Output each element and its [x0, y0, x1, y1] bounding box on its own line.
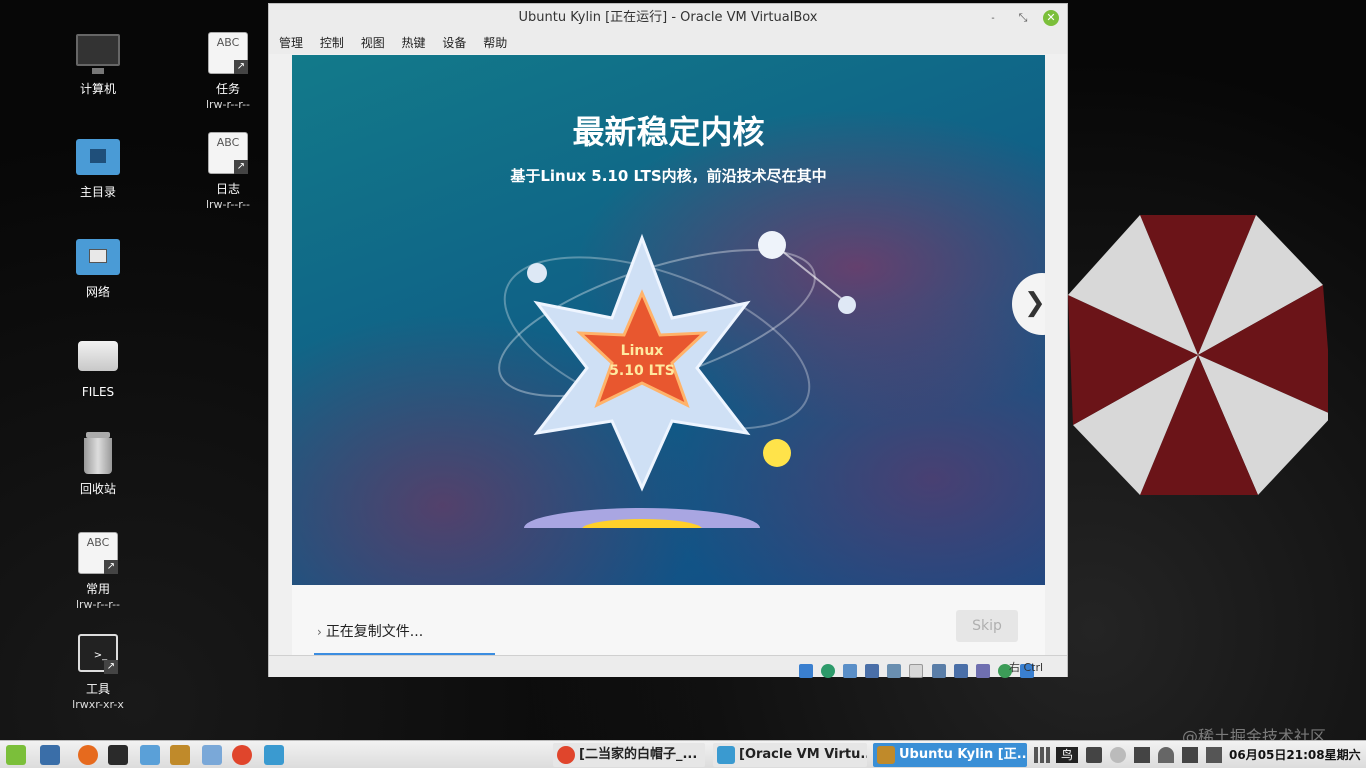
files-icon[interactable] — [140, 745, 160, 765]
desktop-icon-permissions: lrw-r--r-- — [205, 198, 251, 211]
menu-hotkey[interactable]: 热键 — [402, 32, 426, 54]
desktop-icon-computer[interactable]: 计算机 — [53, 30, 143, 97]
app-launcher-icon[interactable] — [202, 745, 222, 765]
vm-display[interactable]: 最新稳定内核 基于Linux 5.10 LTS内核，前沿技术尽在其中 Linux… — [292, 55, 1045, 655]
desktop-icon-trash[interactable]: 回收站 — [53, 430, 143, 497]
desktop-icon-task[interactable]: ABC ↗ 任务 lrw-r--r-- — [183, 30, 273, 112]
virtualbox-icon — [877, 746, 895, 764]
vbox-statusbar: 右 Ctrl — [269, 655, 1067, 678]
desktop-icon-permissions: lrw-r--r-- — [205, 98, 251, 111]
network-adapter-icon[interactable] — [865, 663, 880, 678]
menu-control[interactable]: 控制 — [320, 32, 344, 54]
network-folder-icon — [74, 233, 122, 281]
firefox-icon[interactable] — [78, 745, 98, 765]
taskbar-window-ubuntu-kylin[interactable]: Ubuntu Kylin [正... — [873, 743, 1027, 767]
desktop-icon-label: 回收站 — [79, 482, 116, 496]
keyboard-icon[interactable] — [1086, 747, 1102, 763]
chrome-icon — [557, 746, 575, 764]
taskbar-window-chrome[interactable]: [二当家的白帽子_... — [553, 743, 705, 767]
install-progress-area: › 正在复制文件... Skip — [292, 585, 1045, 655]
virtualbox-launcher-icon[interactable] — [170, 745, 190, 765]
desktop-icon-label: FILES — [81, 385, 115, 399]
mint-menu-icon[interactable] — [6, 745, 26, 765]
virtualbox-icon — [717, 746, 735, 764]
badge-line2: 5.10 LTS — [609, 363, 675, 379]
menu-devices[interactable]: 设备 — [442, 32, 466, 54]
bluetooth-icon[interactable] — [1110, 747, 1126, 763]
document-link-icon: ABC ↗ — [204, 130, 252, 178]
chevron-right-icon: › — [317, 625, 322, 639]
install-status-text: 正在复制文件... — [325, 624, 424, 640]
harddisk-icon[interactable] — [799, 663, 813, 678]
desktop-icon-permissions: lrw-r--r-- — [75, 598, 121, 611]
display-tray-icon[interactable] — [1134, 747, 1150, 763]
desktop-icon-permissions: lrwxr-xr-x — [72, 698, 124, 711]
document-link-icon: ABC ↗ — [204, 30, 252, 78]
badge-line1: Linux — [621, 343, 664, 359]
umbrella-wallpaper-graphic — [1068, 215, 1328, 495]
desktop-icon-label: 常用 — [85, 582, 110, 596]
menu-manage[interactable]: 管理 — [279, 32, 303, 54]
optical-drive-icon[interactable] — [821, 663, 836, 678]
desktop-icon-common[interactable]: ABC ↗ 常用 lrw-r--r-- — [53, 530, 143, 612]
next-slide-button[interactable]: ❯ — [1012, 273, 1045, 335]
desktop-icon-tools[interactable]: >_ ↗ 工具 lrwxr-xr-x — [53, 630, 143, 712]
usb-icon[interactable] — [887, 663, 902, 678]
desktop-icon-label: 工具 — [85, 682, 110, 696]
display-icon[interactable] — [931, 663, 946, 678]
cpu-icon[interactable] — [975, 663, 990, 678]
close-icon[interactable]: ✕ — [1043, 10, 1059, 26]
volume-icon[interactable] — [1206, 747, 1222, 763]
desktop-icon-home[interactable]: 主目录 — [53, 133, 143, 200]
slide-title: 最新稳定内核 — [572, 113, 765, 151]
computer-icon — [74, 30, 122, 78]
workspace-switcher-icon[interactable] — [1034, 747, 1050, 763]
battery-icon[interactable] — [1182, 747, 1198, 763]
window-title: Ubuntu Kylin [正在运行] - Oracle VM VirtualB… — [518, 10, 818, 25]
terminal-icon[interactable] — [108, 745, 128, 765]
desktop-icon-network[interactable]: 网络 — [53, 233, 143, 300]
minimize-icon[interactable]: ˗ — [985, 10, 1001, 26]
show-desktop-icon[interactable] — [40, 745, 60, 765]
home-folder-icon — [74, 133, 122, 181]
kernel-star-illustration: Linux 5.10 LTS — [498, 231, 856, 528]
menu-view[interactable]: 视图 — [361, 32, 385, 54]
audio-icon[interactable] — [843, 663, 858, 678]
desktop-icon-label: 网络 — [85, 285, 110, 299]
window-titlebar[interactable]: Ubuntu Kylin [正在运行] - Oracle VM VirtualB… — [269, 4, 1067, 32]
chrome-icon[interactable] — [232, 745, 252, 765]
skip-button[interactable]: Skip — [956, 610, 1018, 642]
menu-help[interactable]: 帮助 — [483, 32, 507, 54]
clock[interactable]: 06月05日21:08星期六 — [1229, 741, 1361, 768]
desktop-icon-label: 计算机 — [79, 82, 116, 96]
taskbar: [二当家的白帽子_... [Oracle VM Virtu... Ubuntu … — [0, 740, 1366, 768]
taskbar-window-vbox-manager[interactable]: [Oracle VM Virtu... — [713, 743, 867, 767]
trash-icon — [74, 430, 122, 478]
drive-icon — [74, 333, 122, 381]
desktop-icon-label: 任务 — [215, 82, 240, 96]
install-status: › 正在复制文件... — [317, 621, 423, 641]
desktop-icon-files[interactable]: FILES — [53, 333, 143, 400]
terminal-link-icon: >_ ↗ — [74, 630, 122, 678]
menubar: 管理 控制 视图 热键 设备 帮助 — [269, 32, 1067, 54]
chevron-right-icon: ❯ — [1024, 288, 1045, 318]
document-link-icon: ABC ↗ — [74, 530, 122, 578]
desktop-icon-log[interactable]: ABC ↗ 日志 lrw-r--r-- — [183, 130, 273, 212]
installer-slide: 最新稳定内核 基于Linux 5.10 LTS内核，前沿技术尽在其中 Linux… — [292, 55, 1045, 585]
desktop-icon-label: 日志 — [215, 182, 240, 196]
wifi-icon[interactable] — [1158, 747, 1174, 763]
desktop-icon-label: 主目录 — [79, 185, 116, 199]
system-monitor-icon[interactable] — [264, 745, 284, 765]
virtualbox-window[interactable]: Ubuntu Kylin [正在运行] - Oracle VM VirtualB… — [268, 3, 1068, 678]
restore-icon[interactable]: ⤡ — [1015, 10, 1031, 26]
input-method-indicator[interactable]: 鸟 — [1056, 747, 1078, 763]
host-key-label: 右 Ctrl — [1009, 661, 1044, 674]
recording-icon[interactable] — [953, 663, 968, 678]
shared-folder-icon[interactable] — [909, 663, 924, 678]
